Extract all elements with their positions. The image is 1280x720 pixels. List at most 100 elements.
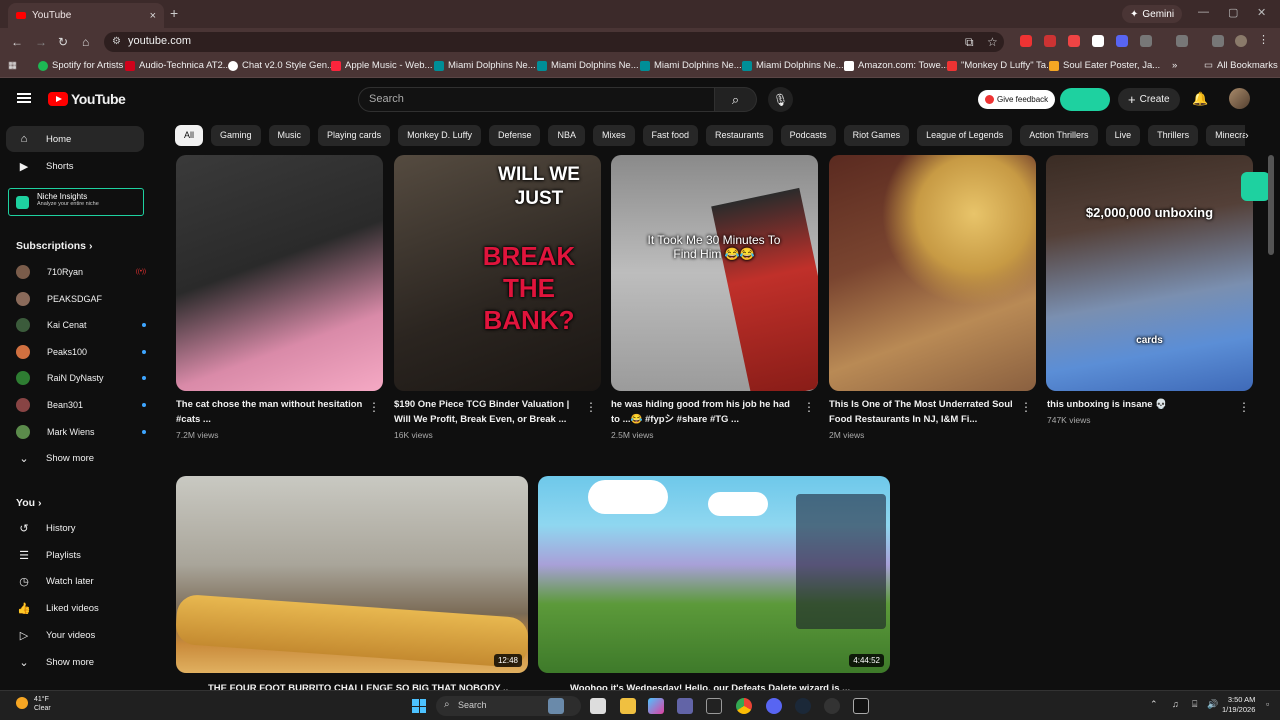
show-more-subscriptions[interactable]: ⌄ Show more (6, 445, 144, 471)
short-title[interactable]: The cat chose the man without hesitation… (176, 397, 366, 427)
notification-center-icon[interactable]: ▫ (1266, 699, 1269, 709)
chip[interactable]: Mixes (593, 125, 635, 146)
browser-menu-icon[interactable]: ⋮ (1258, 33, 1270, 46)
video-thumbnail[interactable]: 12:48 (176, 476, 528, 673)
windows-start-icon[interactable] (412, 699, 426, 713)
apps-grid-icon[interactable]: ▦ (8, 60, 17, 71)
chip[interactable]: Action Thrillers (1020, 125, 1098, 146)
short-thumbnail[interactable] (176, 155, 383, 391)
bookmark-star-icon[interactable]: ☆ (987, 35, 998, 49)
file-explorer-icon[interactable] (620, 698, 636, 714)
subscription-item[interactable]: PEAKSDGAF (16, 288, 146, 310)
sidebar-item-home[interactable]: ⌂ Home (6, 126, 144, 152)
sidebar-item-your-videos[interactable]: ▷ Your videos (6, 622, 144, 648)
short-title[interactable]: he was hiding good from his job he had t… (611, 397, 801, 427)
extensions-puzzle-icon[interactable] (1140, 35, 1152, 47)
steam-icon[interactable] (795, 698, 811, 714)
bookmark-10[interactable]: Soul Eater Poster, Ja... (1049, 60, 1160, 71)
browser-tab-youtube[interactable]: YouTube × (8, 3, 164, 28)
sidebar-item-history[interactable]: ↺ History (6, 515, 144, 541)
bookmark-5[interactable]: Miami Dolphins Ne... (537, 60, 639, 71)
show-more-you[interactable]: ⌄ Show more (6, 649, 144, 675)
notifications-bell-icon[interactable]: 🔔 (1192, 91, 1208, 107)
more-options-icon[interactable]: ⋮ (1238, 400, 1250, 414)
video-thumbnail[interactable]: 4:44:52 (538, 476, 890, 673)
bookmarks-overflow-icon[interactable]: » (1172, 60, 1177, 71)
chip[interactable]: Defense (488, 125, 541, 146)
install-icon[interactable]: ⧉ (965, 35, 974, 50)
bookmark-0[interactable]: Spotify for Artists (38, 60, 123, 71)
more-options-icon[interactable]: ⋮ (1020, 400, 1032, 414)
bookmark-6[interactable]: Miami Dolphins Ne... (640, 60, 742, 71)
tray-overflow-icon[interactable]: ⌃ (1150, 699, 1158, 710)
forward-icon[interactable]: → (35, 35, 47, 49)
subscription-item[interactable]: Kai Cenat (16, 314, 146, 336)
niche-floating-button[interactable] (1241, 172, 1270, 201)
create-button[interactable]: + Create (1118, 88, 1180, 111)
extension-blue-icon[interactable] (1116, 35, 1128, 47)
close-window-icon[interactable]: ✕ (1257, 6, 1266, 19)
short-title[interactable]: This Is One of The Most Underrated Soul … (829, 397, 1019, 427)
chip[interactable]: Restaurants (706, 125, 773, 146)
bookmark-8[interactable]: Amazon.com: Towe... (844, 60, 949, 71)
chip[interactable]: Fast food (642, 125, 699, 146)
bookmark-4[interactable]: Miami Dolphins Ne... (434, 60, 536, 71)
search-input[interactable]: Search (358, 87, 715, 112)
profile-avatar-icon[interactable] (1235, 35, 1247, 47)
niche-insights-banner[interactable]: Niche Insights Analyze your entire niche (8, 188, 144, 216)
voice-search-button[interactable]: 🎙 (768, 87, 793, 112)
bookmark-7[interactable]: Miami Dolphins Ne... (742, 60, 844, 71)
all-bookmarks[interactable]: ▭ All Bookmarks (1204, 60, 1278, 71)
extension-abp-icon[interactable] (1044, 35, 1056, 47)
gemini-button[interactable]: ✦ Gemini (1122, 5, 1183, 23)
more-options-icon[interactable]: ⋮ (368, 400, 380, 414)
bookmark-2[interactable]: Chat v2.0 Style Gen... (228, 60, 335, 71)
chip[interactable]: Monkey D. Luffy (398, 125, 481, 146)
bookmark-1[interactable]: Audio-Technica AT2... (125, 60, 231, 71)
extension-diamond-icon[interactable] (1092, 35, 1104, 47)
give-feedback-button[interactable]: Give feedback (978, 90, 1056, 109)
unreal-icon[interactable] (853, 698, 869, 714)
chip[interactable]: NBA (548, 125, 585, 146)
short-title[interactable]: this unboxing is insane 💀 (1047, 397, 1237, 412)
short-thumbnail[interactable]: $2,000,000 unboxing cards (1046, 155, 1253, 391)
short-thumbnail[interactable]: It Took Me 30 Minutes To Find Him 😂😂 (611, 155, 818, 391)
sidebar-item-watch-later[interactable]: ◷ Watch later (6, 568, 144, 594)
subscription-item[interactable]: Peaks100 (16, 341, 146, 363)
discord-icon[interactable] (766, 698, 782, 714)
minimize-icon[interactable]: — (1198, 6, 1209, 18)
chip-all[interactable]: All (175, 125, 204, 146)
short-thumbnail[interactable] (829, 155, 1036, 391)
chip[interactable]: Thrillers (1148, 125, 1199, 146)
sidebar-item-liked-videos[interactable]: 👍 Liked videos (6, 595, 144, 621)
chip[interactable]: Live (1105, 125, 1141, 146)
sidebar-item-shorts[interactable]: ▶ Shorts (6, 153, 144, 179)
maximize-icon[interactable]: ▢ (1228, 6, 1238, 19)
extension-red-icon[interactable] (1020, 35, 1032, 47)
short-title[interactable]: $190 One Piece TCG Binder Valuation | Wi… (394, 397, 584, 427)
search-button[interactable]: ⌕ (715, 87, 757, 112)
tray-app-icon[interactable]: ♫ (1172, 699, 1179, 709)
task-view-icon[interactable] (590, 698, 606, 714)
bookmark-9[interactable]: "Monkey D Luffy" Ta... (947, 60, 1054, 71)
weather-widget[interactable]: 41°F Clear (16, 695, 51, 713)
chip[interactable]: Playing cards (318, 125, 391, 146)
you-heading[interactable]: You › (16, 497, 41, 509)
new-tab-button[interactable]: + (170, 5, 178, 21)
short-thumbnail[interactable]: WILL WE JUST BREAK THE BANK? (394, 155, 601, 391)
url-input[interactable]: ⚙ youtube.com (104, 32, 1004, 52)
bookmark-3[interactable]: Apple Music - Web... (331, 60, 432, 71)
extension-circle-icon[interactable] (1068, 35, 1080, 47)
chip[interactable]: Minecra (1206, 125, 1245, 146)
chip[interactable]: League of Legends (917, 125, 1013, 146)
copilot-icon[interactable] (648, 698, 664, 714)
reading-list-icon[interactable] (1212, 35, 1224, 47)
chip[interactable]: Riot Games (843, 125, 910, 146)
back-icon[interactable]: ← (11, 35, 23, 49)
account-avatar[interactable] (1229, 88, 1250, 109)
reload-icon[interactable]: ↻ (58, 35, 68, 49)
menu-icon[interactable] (17, 93, 31, 103)
youtube-logo[interactable]: YouTube (48, 91, 126, 107)
network-icon[interactable]: ⌸ (1192, 699, 1197, 710)
site-info-icon[interactable]: ⚙ (112, 36, 121, 47)
